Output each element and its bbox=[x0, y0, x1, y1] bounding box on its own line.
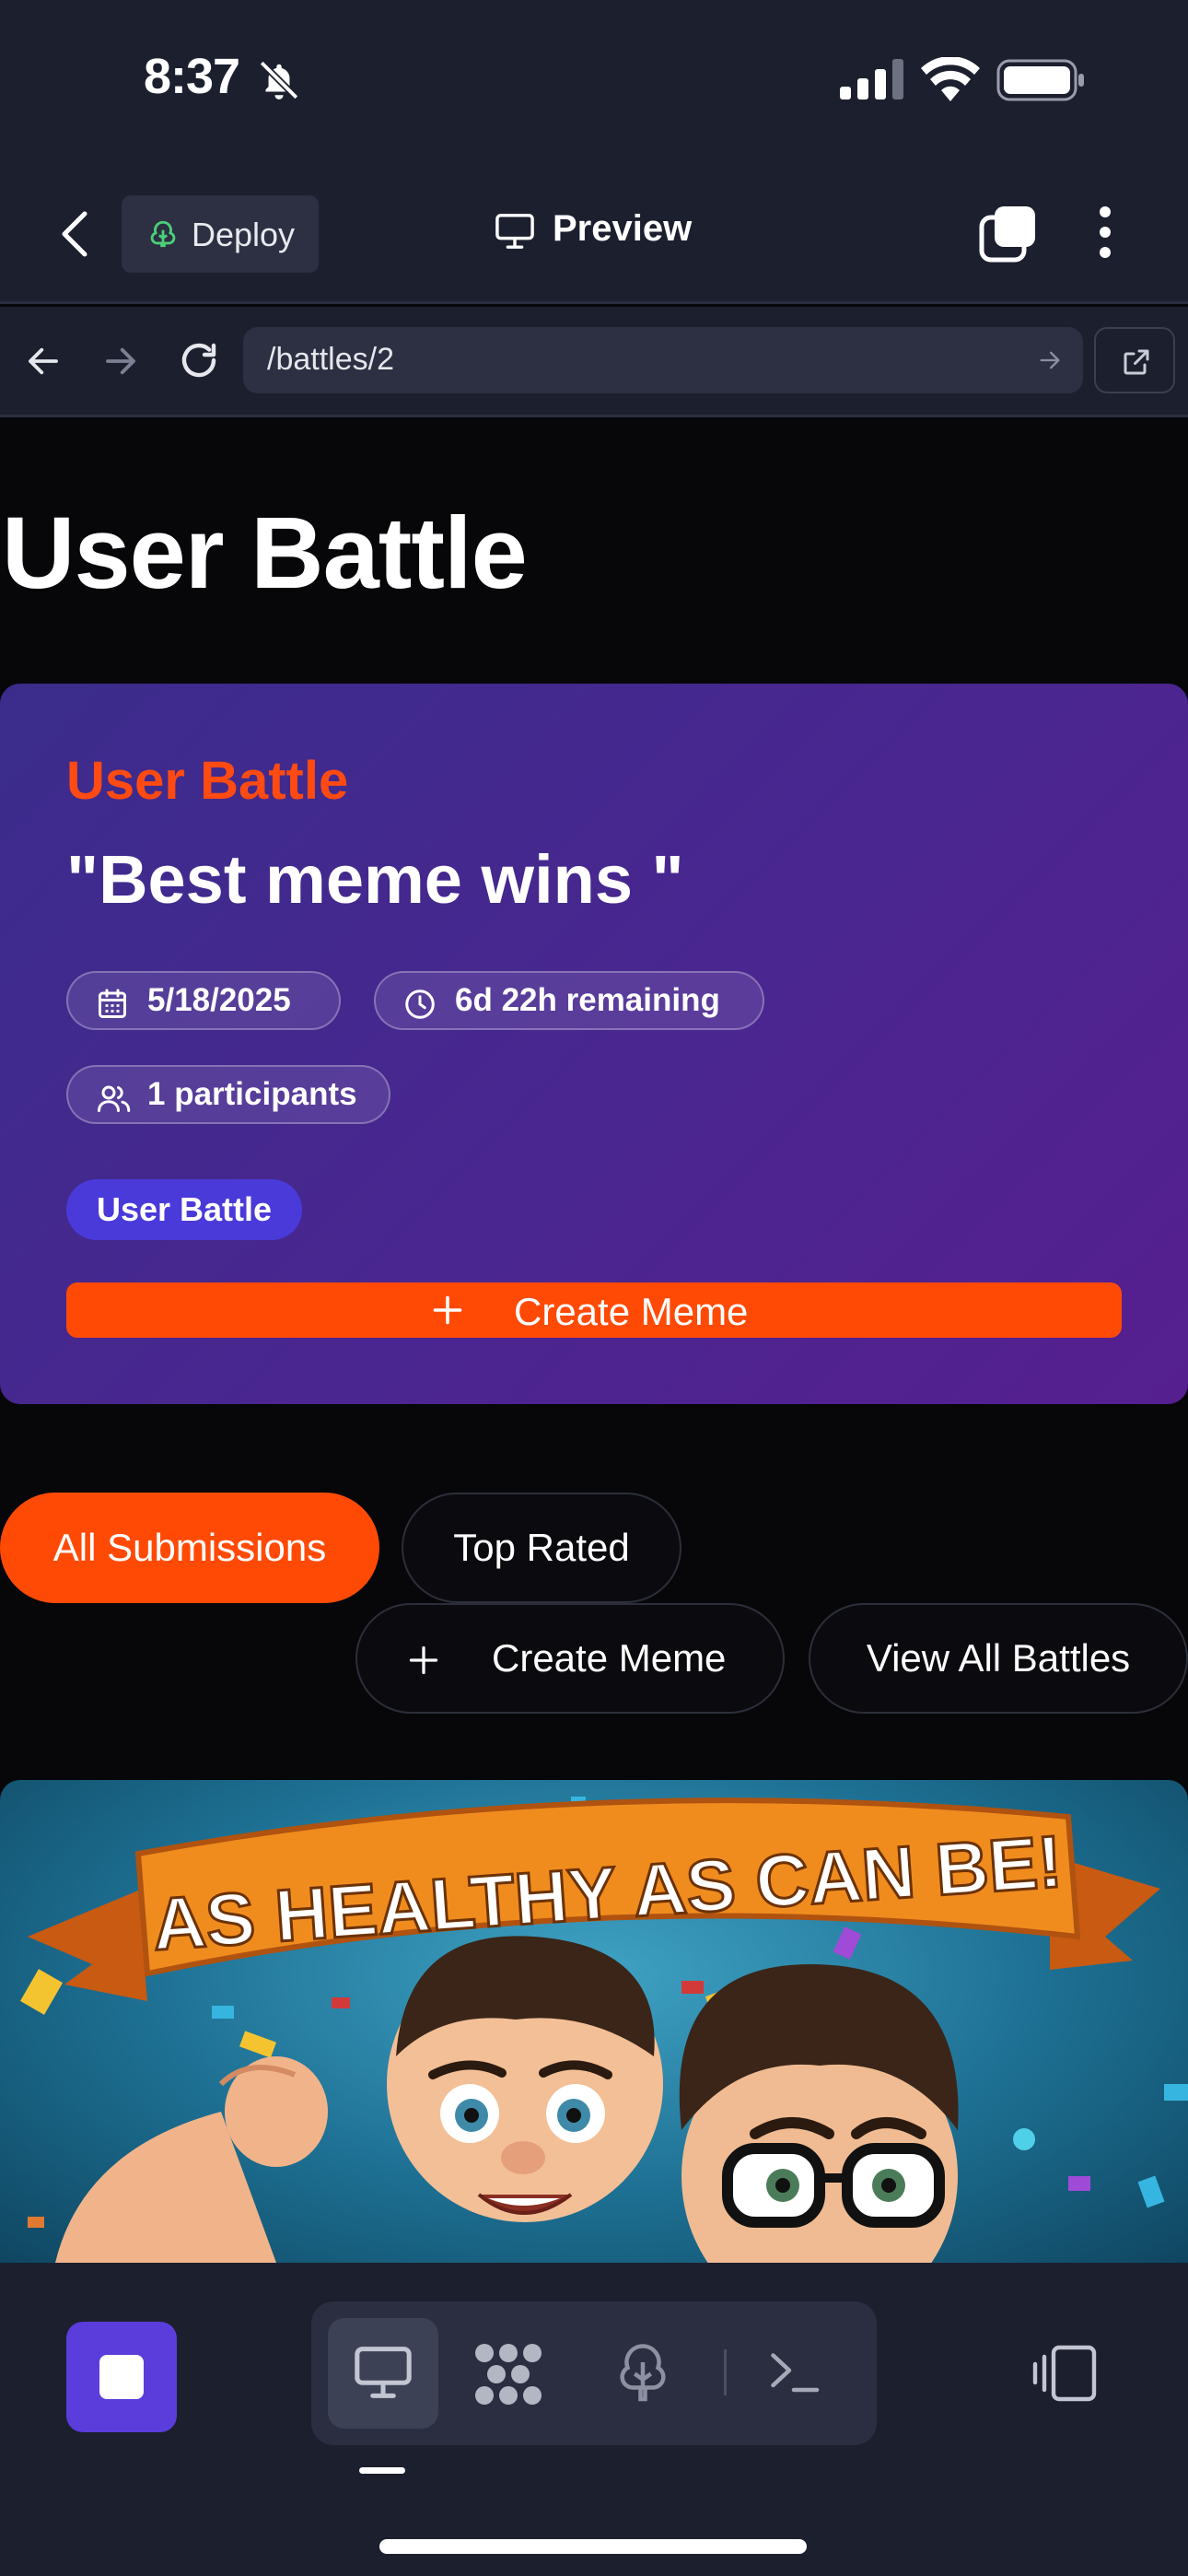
url-text: /battles/2 bbox=[267, 342, 394, 377]
url-input[interactable]: /battles/2 bbox=[243, 327, 1083, 393]
tab-all-submissions[interactable]: All Submissions bbox=[0, 1493, 379, 1603]
mode-preview-button[interactable] bbox=[328, 2318, 438, 2429]
tabs-icon[interactable] bbox=[978, 205, 1039, 265]
home-indicator[interactable] bbox=[379, 2539, 807, 2554]
wifi-icon bbox=[921, 57, 980, 101]
meme-submission-image[interactable]: AS HEALTHY AS CAN BE! bbox=[0, 1780, 1188, 2263]
separator bbox=[724, 2349, 727, 2395]
tree-icon[interactable] bbox=[615, 2338, 670, 2405]
tree-icon bbox=[150, 220, 176, 248]
character-right bbox=[679, 1964, 959, 2263]
bell-slash-icon bbox=[259, 60, 299, 100]
battle-title: "Best meme wins " bbox=[66, 841, 684, 918]
status-time: 8:37 bbox=[144, 49, 240, 104]
tab-top-rated[interactable]: Top Rated bbox=[402, 1493, 681, 1603]
battle-kicker: User Battle bbox=[66, 751, 349, 811]
device-icon[interactable] bbox=[1031, 2344, 1098, 2403]
go-arrow-icon[interactable] bbox=[1037, 347, 1063, 373]
create-meme-button[interactable]: Create Meme bbox=[66, 1282, 1122, 1338]
stop-icon bbox=[99, 2355, 144, 2399]
terminal-icon[interactable] bbox=[766, 2344, 821, 2399]
active-indicator bbox=[359, 2467, 405, 2474]
clock-icon bbox=[405, 989, 435, 1019]
create-meme-secondary-label: Create Meme bbox=[492, 1636, 727, 1680]
create-meme-secondary-button[interactable]: Create Meme bbox=[355, 1603, 785, 1714]
bottom-toolbar bbox=[0, 2263, 1188, 2576]
open-external-button[interactable] bbox=[1094, 327, 1175, 393]
signal-icon bbox=[840, 59, 903, 100]
monitor-icon bbox=[355, 2347, 412, 2398]
remaining-pill: 6d 22h remaining bbox=[374, 971, 764, 1030]
date-pill: 5/18/2025 bbox=[66, 971, 341, 1030]
battle-date: 5/18/2025 bbox=[147, 982, 291, 1018]
status-bar: 8:37 bbox=[0, 0, 1188, 166]
grid-icon[interactable] bbox=[473, 2342, 543, 2406]
browser-bar: /battles/2 bbox=[0, 307, 1188, 417]
chevron-left-icon[interactable] bbox=[59, 210, 92, 258]
battle-type-badge: User Battle bbox=[66, 1179, 302, 1240]
battle-participants: 1 participants bbox=[147, 1076, 357, 1112]
monitor-icon bbox=[495, 214, 534, 249]
arrow-left-icon[interactable] bbox=[24, 342, 63, 381]
meme-illustration: AS HEALTHY AS CAN BE! bbox=[20, 1797, 1188, 2263]
external-link-icon bbox=[1124, 349, 1149, 375]
plus-icon bbox=[433, 1295, 462, 1325]
more-vertical-icon[interactable] bbox=[1098, 205, 1112, 260]
plus-icon bbox=[409, 1645, 438, 1675]
battery-icon bbox=[996, 59, 1084, 101]
create-meme-label: Create Meme bbox=[514, 1290, 749, 1333]
arrow-right-icon[interactable] bbox=[101, 342, 140, 381]
reload-icon[interactable] bbox=[177, 338, 221, 382]
view-all-battles-button[interactable]: View All Battles bbox=[809, 1603, 1188, 1714]
stop-button[interactable] bbox=[66, 2322, 177, 2432]
battle-remaining: 6d 22h remaining bbox=[455, 982, 720, 1018]
deploy-button[interactable]: Deploy bbox=[122, 195, 319, 273]
users-icon bbox=[98, 1085, 131, 1112]
calendar-icon bbox=[99, 989, 126, 1018]
page-title: User Battle bbox=[2, 497, 528, 610]
app-top-bar: Deploy Preview bbox=[0, 166, 1188, 304]
character-left bbox=[55, 1936, 663, 2263]
deploy-label: Deploy bbox=[192, 216, 296, 253]
mode-switcher bbox=[311, 2301, 877, 2445]
battle-card: User Battle "Best meme wins " 5/18/2025 … bbox=[0, 684, 1188, 1404]
participants-pill: 1 participants bbox=[66, 1065, 390, 1124]
preview-label: Preview bbox=[553, 208, 693, 249]
